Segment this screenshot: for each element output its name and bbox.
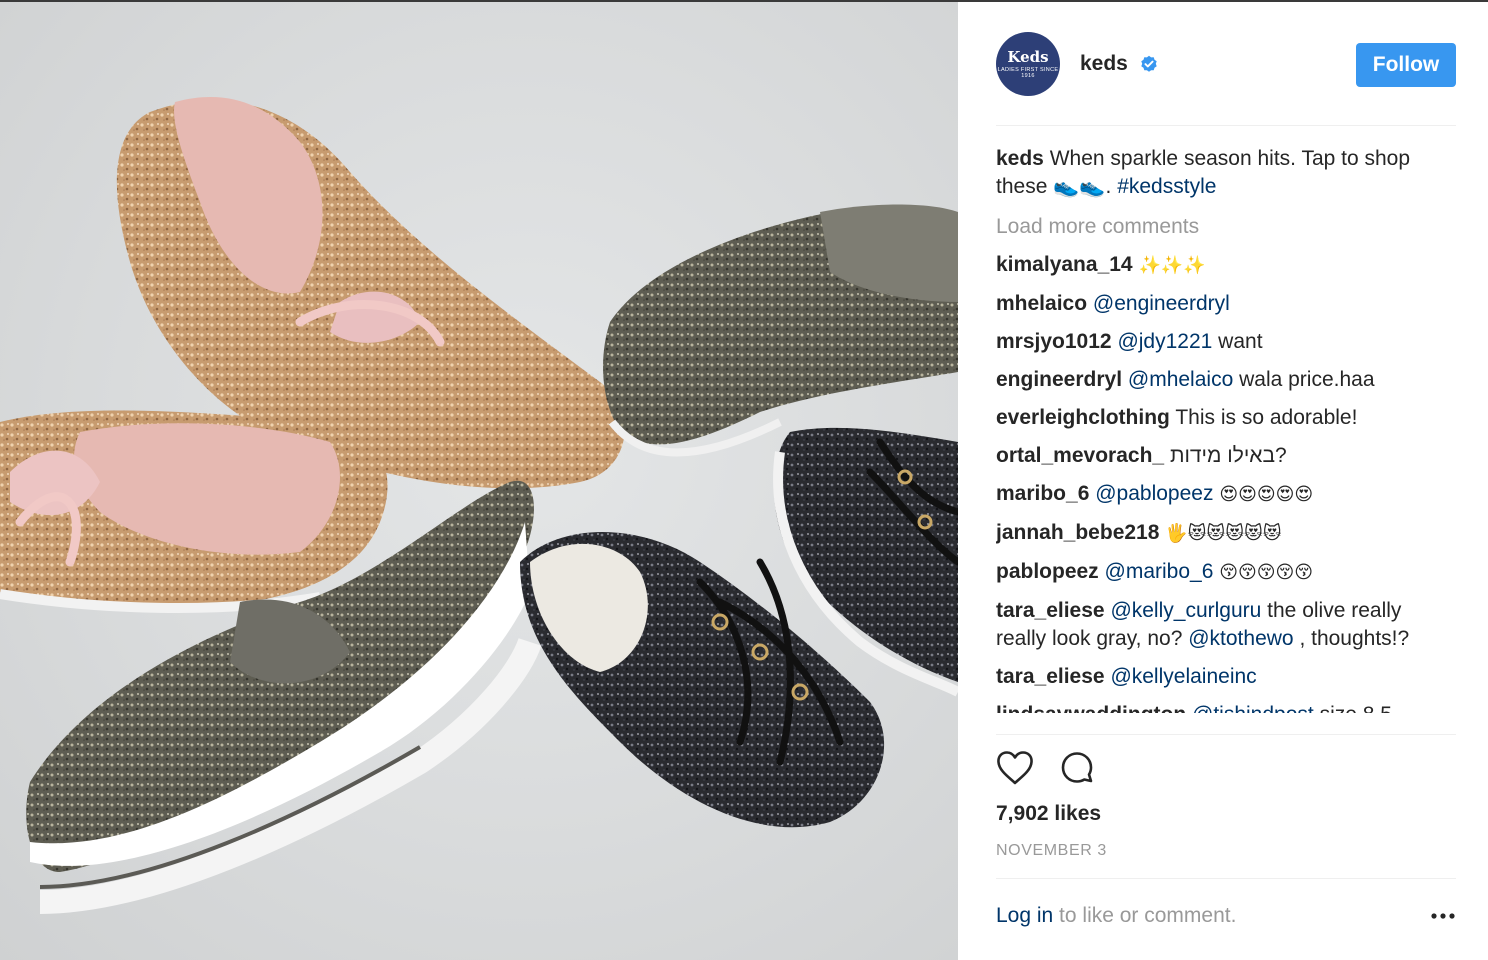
comment-rows: kimalyana_14 ✨✨✨ mhelaico @engineerdryl … [996,251,1456,691]
sneakers-illustration [0,96,958,914]
comment-emoji: ✨✨✨ [1138,255,1206,276]
olive-slipon-top [603,204,958,457]
comment-username[interactable]: engineerdryl [996,368,1122,391]
comment-row: tara_eliese @kelly_curlguru the olive re… [996,597,1456,653]
avatar[interactable]: Keds LADIES FIRST SINCE 1916 [996,32,1060,96]
load-more-comments-link[interactable]: Load more comments [996,213,1456,241]
login-rest-text: to like or comment. [1053,904,1237,927]
comment-row: ortal_mevorach_ באילו מידות? [996,442,1456,470]
comment-row: mrsjyo1012 @jdy1221 want [996,328,1456,356]
post-caption: keds When sparkle season hits. Tap to sh… [996,145,1456,201]
comment-row: jannah_bebe218 🖐😻😻😻😻😻 [996,519,1456,548]
post-header: Keds LADIES FIRST SINCE 1916 keds Follow [996,2,1456,126]
comment-text: wala price.haa [1239,368,1375,391]
post-side-panel: Keds LADIES FIRST SINCE 1916 keds Follow… [958,2,1488,960]
likes-count[interactable]: 7,902 likes [996,802,1101,826]
comment-username[interactable]: tara_eliese [996,599,1105,622]
heart-icon[interactable] [996,750,1034,786]
avatar-brand: Keds [1007,47,1049,66]
comment-username[interactable]: mhelaico [996,292,1087,315]
comment-mention[interactable]: @maribo_6 [1105,560,1214,583]
caption-emoji: 👟👟 [1053,175,1106,198]
comment-username[interactable]: jannah_bebe218 [996,521,1159,544]
login-prompt: Log in to like or comment. [996,904,1236,928]
comment-mention[interactable]: @mhelaico [1128,368,1233,391]
post-date[interactable]: NOVEMBER 3 [996,842,1107,860]
comment-username[interactable]: pablopeez [996,560,1099,583]
caption-hashtag[interactable]: #kedsstyle [1117,175,1216,198]
comment-username[interactable]: ortal_mevorach_ [996,444,1164,467]
comment-username[interactable]: kimalyana_14 [996,253,1133,276]
comment-emoji: 😚😚😚😚😚 [1219,562,1314,583]
comment-mention[interactable]: @pablopeez [1095,482,1213,505]
comment-text: want [1218,330,1263,353]
caption-punct: . [1105,175,1112,198]
avatar-tagline: LADIES FIRST SINCE 1916 [997,66,1059,79]
verified-badge-icon [1141,55,1157,72]
comment-username[interactable]: everleighclothing [996,406,1170,429]
comment-text: באילו מידות? [1169,444,1287,467]
login-link[interactable]: Log in [996,904,1053,927]
more-options-icon[interactable] [1430,910,1456,922]
comment-row: kimalyana_14 ✨✨✨ [996,251,1456,280]
username[interactable]: keds [1080,52,1128,76]
post-photo[interactable] [0,2,958,960]
comment-row: maribo_6 @pablopeez 😍😍😍😍😍 [996,480,1456,509]
comment-username[interactable]: mrsjyo1012 [996,330,1112,353]
comment-row: engineerdryl @mhelaico wala price.haa [996,366,1456,394]
comment-username[interactable]: maribo_6 [996,482,1089,505]
comment-row: tara_eliese @kellyelaineinc [996,663,1456,691]
comment-row: pablopeez @maribo_6 😚😚😚😚😚 [996,558,1456,587]
comment-emoji: 🖐😻😻😻😻😻 [1165,523,1282,544]
comments-list[interactable]: keds When sparkle season hits. Tap to sh… [996,145,1456,735]
comment-mention[interactable]: @kelly_curlguru [1110,599,1261,622]
comment-text: , thoughts!? [1299,627,1410,650]
comment-row: everleighclothing This is so adorable! [996,404,1456,432]
caption-username[interactable]: keds [996,147,1044,170]
footer-divider [996,878,1456,879]
comment-mention[interactable]: @engineerdryl [1093,292,1230,315]
follow-button[interactable]: Follow [1356,43,1456,87]
comment-bubble-icon[interactable] [1058,750,1096,788]
comment-text: size 8.5 [1320,703,1392,713]
comment-mention[interactable]: @jdy1221 [1117,330,1212,353]
comment-text: This is so adorable! [1175,406,1358,429]
comment-emoji: 😍😍😍😍😍 [1219,484,1314,505]
actions-divider [996,734,1456,735]
comment-mention[interactable]: @tishindpost [1192,703,1314,713]
comment-row-truncated: lindsaywaddington @tishindpost size 8.5 [996,701,1456,713]
comment-mention[interactable]: @kellyelaineinc [1110,665,1256,688]
comment-mention[interactable]: @ktothewo [1188,627,1293,650]
rose-gold-sneaker-left [0,410,388,614]
comment-username[interactable]: lindsaywaddington [996,703,1186,713]
comment-username[interactable]: tara_eliese [996,665,1105,688]
comment-row: mhelaico @engineerdryl [996,290,1456,318]
